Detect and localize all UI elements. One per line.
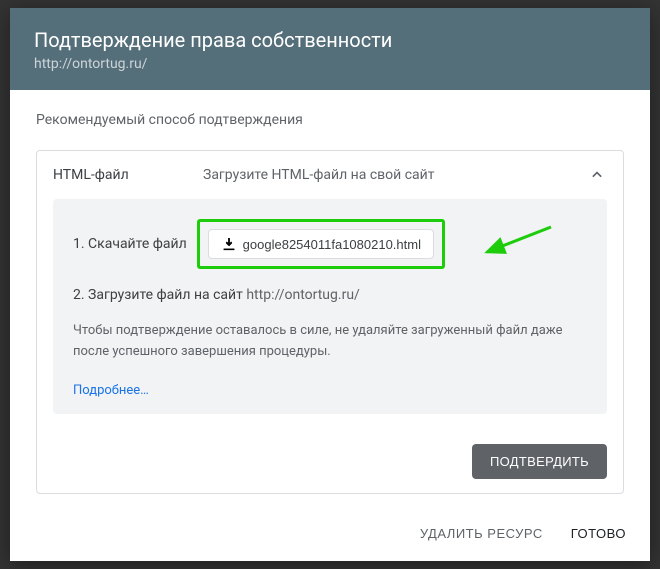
method-header[interactable]: HTML-файл Загрузите HTML-файл на свой са… <box>37 151 623 199</box>
verify-row: ПОДТВЕРДИТЬ <box>37 430 623 493</box>
download-icon <box>221 236 237 252</box>
verify-button[interactable]: ПОДТВЕРДИТЬ <box>472 444 607 479</box>
download-filename: google8254011fa1080210.html <box>243 237 421 252</box>
download-file-button[interactable]: google8254011fa1080210.html <box>208 229 434 259</box>
step-2-row: 2. Загрузите файл на сайт http://ontortu… <box>73 287 587 303</box>
method-title: HTML-файл <box>53 167 203 183</box>
chevron-up-icon <box>587 165 607 185</box>
verification-method-card: HTML-файл Загрузите HTML-файл на свой са… <box>36 150 624 494</box>
step-2-text: 2. Загрузите файл на сайт <box>73 287 246 303</box>
step-1-text: 1. Скачайте файл <box>73 236 187 252</box>
verification-dialog: Подтверждение права собственности http:/… <box>10 8 650 561</box>
dialog-title: Подтверждение права собственности <box>34 28 626 52</box>
step-1-row: 1. Скачайте файл google8254011fa1080210.… <box>73 219 587 269</box>
download-highlight-box: google8254011fa1080210.html <box>197 219 445 269</box>
dialog-subtitle: http://ontortug.ru/ <box>34 56 626 72</box>
note-text: Чтобы подтверждение оставалось в силе, н… <box>73 321 587 363</box>
step-2-url: http://ontortug.ru/ <box>246 287 359 303</box>
dialog-header: Подтверждение права собственности http:/… <box>10 8 650 90</box>
method-content: 1. Скачайте файл google8254011fa1080210.… <box>53 199 607 414</box>
dialog-footer: УДАЛИТЬ РЕСУРС ГОТОВО <box>10 506 650 561</box>
done-button[interactable]: ГОТОВО <box>571 520 626 547</box>
delete-resource-button[interactable]: УДАЛИТЬ РЕСУРС <box>420 520 543 547</box>
recommended-label: Рекомендуемый способ подтверждения <box>36 112 624 128</box>
method-description: Загрузите HTML-файл на свой сайт <box>203 167 587 183</box>
dialog-body[interactable]: Рекомендуемый способ подтверждения HTML-… <box>10 90 650 506</box>
more-details-link[interactable]: Подробнее… <box>73 383 587 398</box>
